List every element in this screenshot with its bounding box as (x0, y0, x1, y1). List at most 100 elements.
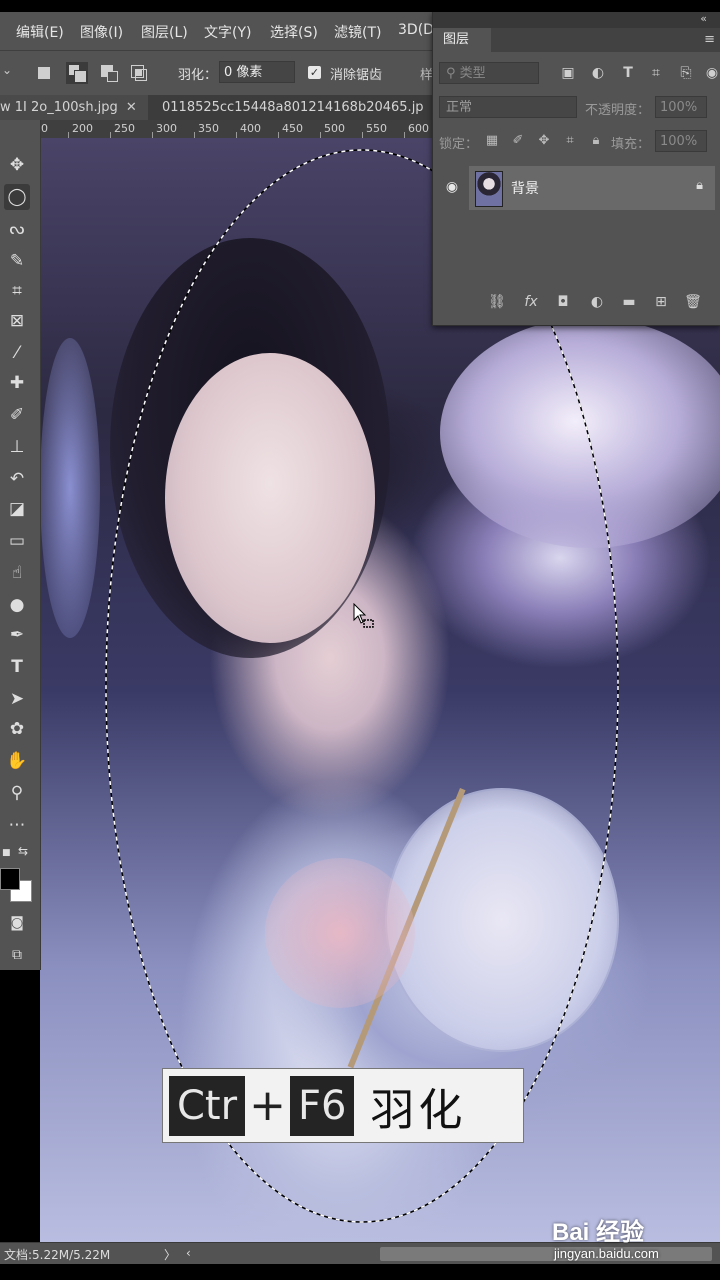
add-to-selection-icon[interactable] (66, 62, 88, 84)
filter-toggle-icon[interactable]: ◉ (703, 64, 720, 82)
fx-icon[interactable]: fx (521, 292, 541, 312)
eraser-tool-icon[interactable]: ◪ (4, 496, 30, 522)
dodge-tool-icon[interactable]: ● (4, 592, 30, 618)
screen-mode-icon[interactable]: ⧉ (4, 942, 30, 968)
lasso-tool-icon[interactable]: ᔓ (4, 216, 30, 242)
lock-transparent-icon[interactable]: ▦ (483, 132, 501, 150)
layer-row[interactable]: 背景 🔒︎ (469, 166, 715, 210)
layer-name: 背景 (511, 181, 539, 197)
add-mask-icon[interactable]: ◘ (553, 292, 573, 312)
antialias-checkbox[interactable]: ✓ (308, 66, 321, 79)
quick-mask-icon[interactable]: ◙ (4, 910, 30, 936)
ruler-label: 350 (198, 122, 219, 135)
feather-label: 羽化： (178, 68, 218, 83)
collapse-panels-icon[interactable]: « (700, 12, 707, 25)
history-brush-tool-icon[interactable]: ↶ (4, 466, 30, 492)
panel-menu-icon[interactable]: ≡ (704, 32, 715, 47)
menu-select[interactable]: 选择(S) (270, 22, 318, 42)
type-tool-icon[interactable]: T (4, 654, 30, 680)
ruler-label: 300 (156, 122, 177, 135)
ruler-label: 500 (324, 122, 345, 135)
clone-stamp-tool-icon[interactable]: ⊥ (4, 434, 30, 460)
cursor-arrow-icon (353, 603, 374, 628)
smart-object-filter-icon[interactable]: ⎘ (677, 64, 695, 82)
pixel-filter-icon[interactable]: ▣ (559, 64, 577, 82)
feather-input[interactable]: 0 像素 (219, 61, 295, 83)
adjustment-filter-icon[interactable]: ◐ (589, 64, 607, 82)
gradient-tool-icon[interactable]: ▭ (4, 528, 30, 554)
menu-image[interactable]: 图像(I) (80, 22, 123, 42)
tab-label: w 1I 2o_100sh.jpg (0, 100, 118, 115)
link-layers-icon[interactable]: ⛓ (487, 292, 507, 312)
watermark-url: jingyan.baidu.com (554, 1246, 659, 1261)
new-group-icon[interactable]: ▬ (619, 292, 639, 312)
hand-tool-icon[interactable]: ✋ (4, 748, 30, 774)
lock-position-icon[interactable]: ✥ (535, 132, 553, 150)
shortcut-key-f6: F6 (289, 1075, 355, 1136)
opacity-input[interactable]: 100% (655, 96, 707, 118)
menu-layer[interactable]: 图层(L) (141, 22, 188, 42)
quick-selection-tool-icon[interactable]: ✎ (4, 248, 30, 274)
fill-input[interactable]: 100% (655, 130, 707, 152)
layer-lock-icon: 🔒︎ (696, 178, 703, 193)
lock-artboard-icon[interactable]: ⌗ (561, 132, 579, 150)
hair-ornament-shape (40, 338, 100, 638)
shortcut-key-ctrl: Ctr (169, 1075, 246, 1136)
new-selection-icon[interactable] (36, 65, 52, 81)
parasol-shape (440, 318, 720, 548)
default-colors-icon[interactable]: ■ (2, 848, 12, 858)
sash-shape (265, 858, 415, 1008)
crop-tool-icon[interactable]: ⌗ (4, 278, 30, 304)
brush-tool-icon[interactable]: ✐ (4, 402, 30, 428)
document-size: 文档:5.22M/5.22M (4, 1248, 111, 1262)
top-edge (0, 0, 720, 12)
shape-filter-icon[interactable]: ⌗ (647, 64, 665, 82)
move-tool-icon[interactable]: ✥ (4, 152, 30, 178)
baidu-watermark: Bai 经验 jingyan.baidu.com (552, 1212, 712, 1264)
menu-filter[interactable]: 滤镜(T) (334, 22, 381, 42)
panel-dock-header: « (433, 12, 720, 28)
new-layer-icon[interactable]: ⊞ (651, 292, 671, 312)
healing-brush-tool-icon[interactable]: ✚ (4, 370, 30, 396)
eye-icon[interactable]: ◉ (443, 178, 461, 196)
more-tools-icon[interactable]: ⋯ (4, 812, 30, 838)
layers-panel: « 图层 ≡ ⚲ 类型 ▣ ◐ T ⌗ ⎘ ◉ 正常 不透明度： 100% 锁定… (432, 12, 720, 326)
fill-label: 填充： (611, 137, 651, 152)
foreground-color-swatch[interactable] (0, 868, 20, 890)
lock-all-icon[interactable]: 🔒︎ (587, 132, 605, 150)
tool-preset-chevron-icon[interactable]: ⌄ (2, 63, 12, 77)
zoom-tool-icon[interactable]: ⚲ (4, 780, 30, 806)
delete-layer-icon[interactable]: 🗑︎ (683, 292, 703, 312)
tab-document-1[interactable]: w 1I 2o_100sh.jpg ✕ (0, 95, 148, 120)
menu-type[interactable]: 文字(Y) (204, 22, 251, 42)
close-icon[interactable]: ✕ (126, 100, 137, 115)
tab-label: 0118525cc15448a801214168b20465.jp (162, 100, 424, 115)
layer-filter-select[interactable]: ⚲ 类型 (439, 62, 539, 84)
shortcut-plus: + (249, 1080, 286, 1131)
status-menu-arrow-icon[interactable]: 〉 (164, 1246, 176, 1263)
ruler-label: 450 (282, 122, 303, 135)
swap-colors-icon[interactable]: ⇆ (18, 844, 28, 858)
layer-filter-value: 类型 (459, 66, 486, 81)
ruler-label: 250 (114, 122, 135, 135)
frame-tool-icon[interactable]: ⊠ (4, 308, 30, 334)
intersect-selection-icon[interactable] (131, 65, 147, 81)
lock-label: 锁定： (439, 137, 479, 152)
pen-tool-icon[interactable]: ✒ (4, 622, 30, 648)
shape-tool-icon[interactable]: ✿ (4, 716, 30, 742)
type-filter-icon[interactable]: T (619, 64, 637, 82)
smudge-tool-icon[interactable]: ☝ (4, 560, 30, 586)
lock-image-icon[interactable]: ✐ (509, 132, 527, 150)
tab-document-2[interactable]: 0118525cc15448a801214168b20465.jp (156, 95, 442, 120)
tab-layers[interactable]: 图层 (433, 28, 491, 52)
menu-3d[interactable]: 3D(D (398, 22, 434, 38)
elliptical-marquee-tool-icon[interactable]: ◯ (4, 184, 30, 210)
menu-edit[interactable]: 编辑(E) (16, 22, 64, 42)
adjustment-layer-icon[interactable]: ◐ (587, 292, 607, 312)
search-icon: ⚲ (446, 66, 460, 81)
eyedropper-tool-icon[interactable]: ⁄ (4, 340, 30, 366)
subtract-from-selection-icon[interactable] (101, 65, 118, 82)
blend-mode-select[interactable]: 正常 (439, 96, 577, 118)
path-selection-tool-icon[interactable]: ➤ (4, 686, 30, 712)
scroll-left-arrow-icon[interactable]: ‹ (186, 1246, 191, 1260)
